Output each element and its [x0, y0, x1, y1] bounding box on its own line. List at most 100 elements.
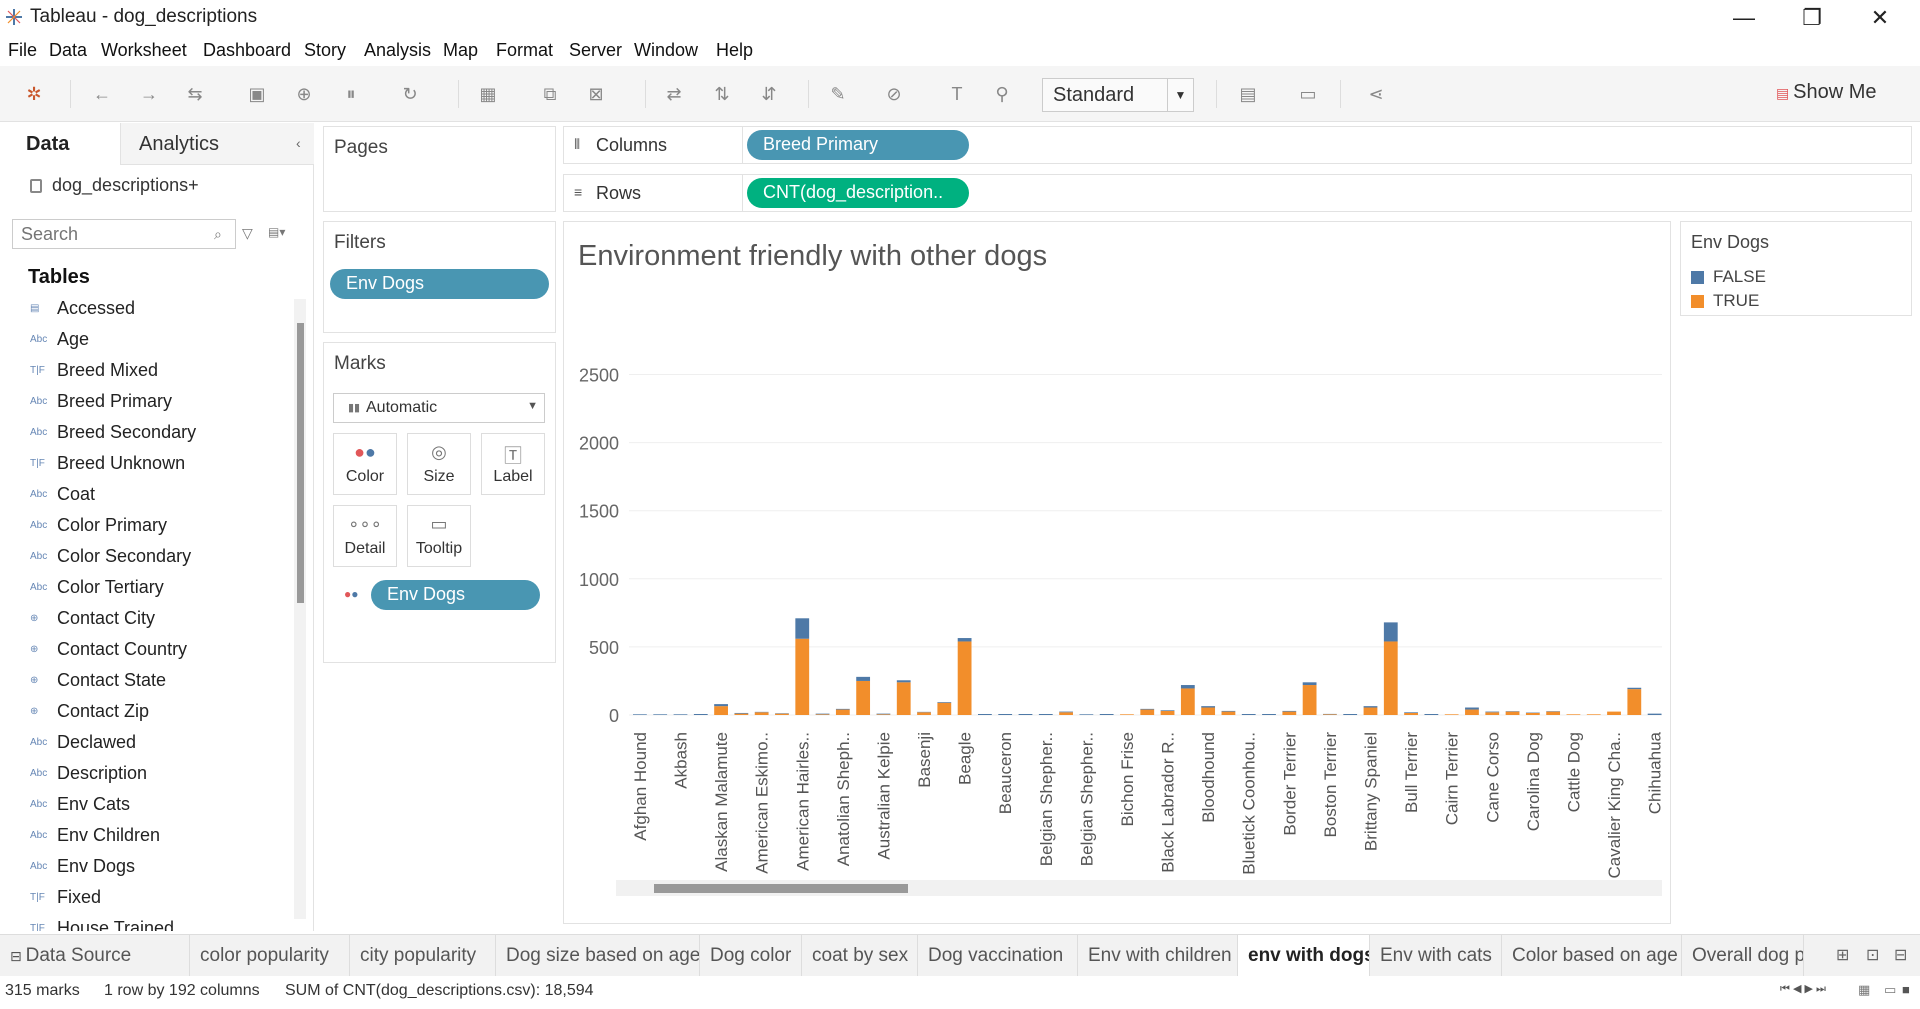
bar-true[interactable] — [775, 713, 789, 715]
fit-select[interactable]: Standard ▼ — [1042, 78, 1194, 112]
sheet-sorter-icon[interactable]: ▦ — [1858, 982, 1870, 998]
sheet-tab[interactable]: Dog color — [700, 935, 802, 977]
bar-false[interactable] — [1079, 714, 1094, 715]
filmstrip-icon[interactable]: ▭ — [1884, 982, 1896, 998]
pause-updates-icon[interactable]: ⏸ — [339, 82, 363, 106]
new-dashboard-tab-icon[interactable]: ⊡ — [1866, 945, 1879, 965]
bar-false[interactable] — [1180, 685, 1195, 689]
bar-false[interactable] — [795, 618, 810, 639]
new-story-tab-icon[interactable]: ⊟ — [1894, 945, 1907, 965]
bar-false[interactable] — [815, 713, 830, 715]
group-icon[interactable]: ⊘ — [882, 82, 906, 106]
pages-card[interactable]: Pages — [323, 126, 556, 212]
bar-false[interactable] — [1140, 708, 1155, 710]
menu-server[interactable]: Server — [569, 40, 622, 61]
bar-false[interactable] — [1404, 712, 1418, 713]
bar-true[interactable] — [1485, 712, 1500, 715]
menu-file[interactable]: File — [8, 40, 37, 61]
new-datasource-icon[interactable]: ⊕ — [292, 82, 316, 106]
bar-false[interactable] — [856, 676, 871, 681]
bar-false[interactable] — [1059, 711, 1073, 713]
bar-true[interactable] — [1586, 714, 1601, 715]
sort-ascending-icon[interactable]: ⇅ — [710, 82, 734, 106]
bar-true[interactable] — [1566, 714, 1581, 715]
bar-false[interactable] — [1485, 711, 1500, 713]
bar-true[interactable] — [937, 702, 952, 715]
bar-true[interactable] — [1302, 685, 1317, 715]
bar-false[interactable] — [896, 680, 911, 683]
bar-true[interactable] — [1120, 714, 1134, 715]
bar-false[interactable] — [835, 708, 850, 710]
field-item[interactable]: ⊕ Contact Zip — [0, 698, 292, 728]
bar-true[interactable] — [1140, 709, 1155, 715]
filters-card[interactable]: Filters Env Dogs — [323, 221, 556, 333]
sheet-tab[interactable]: coat by sex — [802, 935, 918, 977]
chevron-down-icon[interactable]: ▼ — [1167, 79, 1193, 111]
field-item[interactable]: Abc Age — [0, 326, 292, 356]
bar-true[interactable] — [1221, 711, 1236, 715]
bar-true[interactable] — [1444, 714, 1459, 715]
restore-button[interactable]: ❐ — [1784, 4, 1840, 32]
bar-false[interactable] — [673, 714, 688, 715]
bar-true[interactable] — [1180, 688, 1195, 715]
field-item[interactable]: T|F Fixed — [0, 884, 292, 914]
field-item[interactable]: ⊕ Contact Country — [0, 636, 292, 666]
bar-true[interactable] — [815, 714, 830, 715]
show-cards-icon[interactable]: ▤ — [1236, 82, 1260, 106]
swap-axes-icon[interactable]: ⇄ — [662, 82, 686, 106]
bar-true[interactable] — [856, 680, 871, 715]
bar-false[interactable] — [653, 714, 668, 715]
label-button[interactable]: 🅃 Label — [481, 433, 545, 495]
bar-false[interactable] — [1383, 622, 1398, 642]
field-item[interactable]: Abc Breed Secondary — [0, 419, 292, 449]
sheet-tab[interactable]: Overall dog po — [1682, 935, 1804, 977]
clear-sheet-icon[interactable]: ⊠ — [584, 82, 608, 106]
filter-pill[interactable]: Env Dogs — [330, 269, 549, 299]
sheet-tab[interactable]: city popularity — [350, 935, 496, 977]
bar-false[interactable] — [1627, 687, 1642, 690]
menu-format[interactable]: Format — [496, 40, 553, 61]
bar-false[interactable] — [1160, 710, 1175, 711]
new-worksheet-icon[interactable]: ▦ — [476, 82, 500, 106]
field-item[interactable]: Abc Breed Primary — [0, 388, 292, 418]
field-item[interactable]: ⊕ Contact City — [0, 605, 292, 635]
bar-true[interactable] — [1607, 711, 1621, 715]
bar-false[interactable] — [714, 704, 728, 707]
new-worksheet-tab-icon[interactable]: ⊞ — [1836, 945, 1849, 965]
undo-icon[interactable]: ← — [90, 82, 114, 106]
bar-true[interactable] — [957, 641, 972, 715]
field-item[interactable]: Abc Color Primary — [0, 512, 292, 542]
color-button[interactable]: ●● Color — [333, 433, 397, 495]
sheet-tab[interactable]: Dog size based on age — [496, 935, 700, 977]
bar-true[interactable] — [1627, 689, 1642, 715]
bar-true[interactable] — [1525, 712, 1540, 715]
menu-analysis[interactable]: Analysis — [364, 40, 431, 61]
show-me-button[interactable]: ▤ Show Me — [1776, 81, 1877, 104]
mark-type-select[interactable]: ▮▮ Automatic ▼ — [333, 393, 545, 423]
bar-false[interactable] — [734, 712, 749, 714]
bar-true[interactable] — [754, 712, 769, 715]
tabs-view-icon[interactable]: ■ — [1902, 982, 1910, 997]
sort-descending-icon[interactable]: ⇵ — [757, 82, 781, 106]
sheet-tab[interactable]: Dog vaccination — [918, 935, 1078, 977]
menu-window[interactable]: Window — [634, 40, 698, 61]
bar-true[interactable] — [1546, 711, 1561, 715]
show-labels-icon[interactable]: T — [945, 82, 969, 106]
duplicate-sheet-icon[interactable]: ⧉ — [538, 82, 562, 106]
columns-pill[interactable]: Breed Primary — [747, 130, 969, 160]
chart-canvas[interactable]: 05001000150020002500Afghan Hound Akbash Al… — [564, 222, 1670, 923]
menu-dashboard[interactable]: Dashboard — [203, 40, 291, 61]
field-item[interactable]: T|F House Trained — [0, 915, 292, 931]
field-item[interactable]: Abc Env Children — [0, 822, 292, 852]
minimize-button[interactable]: — — [1716, 4, 1772, 32]
bar-false[interactable] — [1647, 713, 1662, 715]
field-item[interactable]: T|F Breed Mixed — [0, 357, 292, 387]
tab-analytics[interactable]: Analytics — [120, 123, 314, 165]
bar-true[interactable] — [835, 709, 850, 715]
bar-true[interactable] — [1160, 710, 1175, 715]
collapse-pane-icon[interactable]: ‹ — [296, 135, 301, 151]
tableau-home-icon[interactable]: ✲ — [22, 82, 46, 106]
field-item[interactable]: ▤ Accessed — [0, 295, 292, 325]
menu-story[interactable]: Story — [304, 40, 346, 61]
bar-true[interactable] — [1201, 707, 1216, 715]
